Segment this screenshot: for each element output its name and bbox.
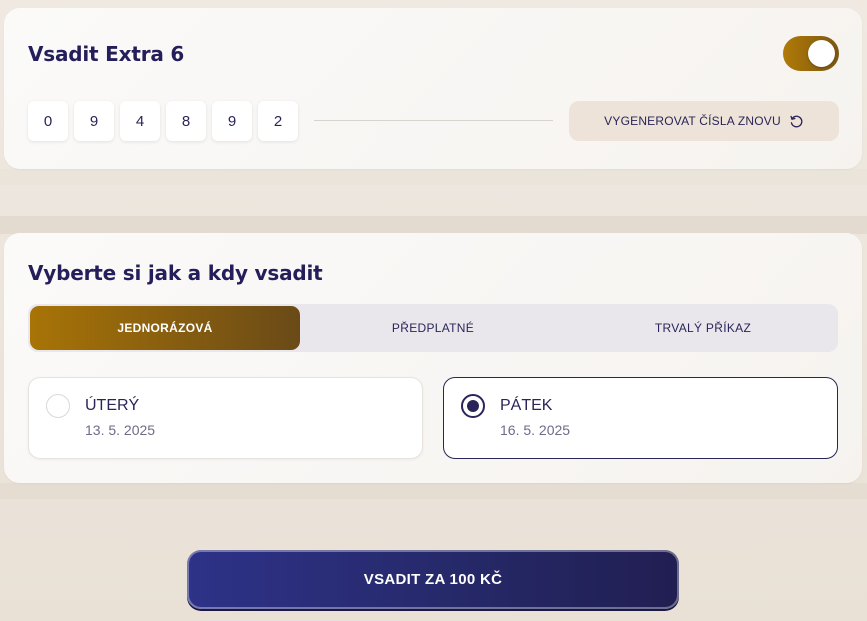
extra6-title: Vsadit Extra 6 (28, 42, 185, 66)
radio-button-selected[interactable] (461, 394, 485, 418)
extra6-toggle[interactable] (783, 36, 839, 71)
refresh-icon (789, 114, 804, 129)
toggle-knob (808, 40, 835, 67)
bet-type-tabs: JEDNORÁZOVÁ PŘEDPLATNÉ TRVALÝ PŘÍKAZ (28, 304, 838, 352)
divider-line (314, 120, 553, 121)
draw-day-date: 13. 5. 2025 (85, 422, 156, 438)
digit-box: 0 (28, 101, 68, 141)
bet-options-card: Vyberte si jak a kdy vsadit JEDNORÁZOVÁ … (4, 233, 862, 483)
place-bet-button[interactable]: VSADIT ZA 100 KČ (187, 550, 679, 609)
draw-day-name: ÚTERÝ (85, 397, 140, 414)
draw-day-name: PÁTEK (500, 397, 553, 414)
digit-box: 4 (120, 101, 160, 141)
digit-box: 2 (258, 101, 298, 141)
digit-box: 9 (74, 101, 114, 141)
bet-options-title: Vyberte si jak a kdy vsadit (28, 261, 323, 285)
tab-one-time[interactable]: JEDNORÁZOVÁ (30, 306, 300, 350)
section-band (0, 169, 867, 185)
tab-standing-order[interactable]: TRVALÝ PŘÍKAZ (568, 306, 838, 350)
radio-button[interactable] (46, 394, 70, 418)
extra6-digits: 0 9 4 8 9 2 (28, 101, 298, 141)
draw-day-option-friday[interactable]: PÁTEK 16. 5. 2025 (443, 377, 838, 459)
section-band (0, 216, 867, 234)
digit-box: 9 (212, 101, 252, 141)
regenerate-label: VYGENEROVAT ČÍSLA ZNOVU (604, 114, 781, 128)
tab-subscription[interactable]: PŘEDPLATNÉ (298, 306, 568, 350)
section-band (0, 483, 867, 499)
draw-day-date: 16. 5. 2025 (500, 422, 571, 438)
extra6-card: Vsadit Extra 6 0 9 4 8 9 2 VYGENEROVAT Č… (4, 8, 862, 169)
regenerate-numbers-button[interactable]: VYGENEROVAT ČÍSLA ZNOVU (569, 101, 839, 141)
digit-box: 8 (166, 101, 206, 141)
draw-day-option-tuesday[interactable]: ÚTERÝ 13. 5. 2025 (28, 377, 423, 459)
